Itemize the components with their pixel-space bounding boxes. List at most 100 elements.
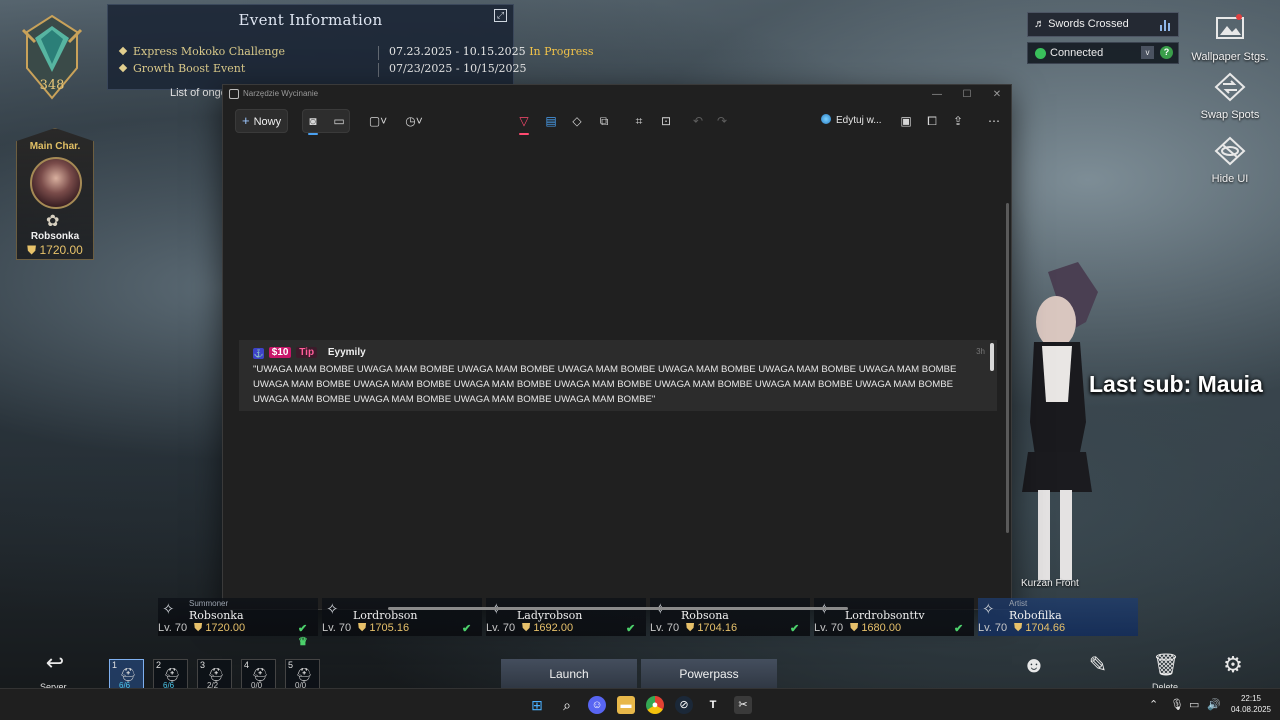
lost-ark-icon[interactable]: T <box>704 696 722 714</box>
event-date-range: 07.23.2025 - 10.15.2025 <box>389 45 526 58</box>
snipping-tool-window: Narzędzie Wycinanie — ☐ ✕ + Nowy ◙ ▭ ▢˅ ◷… <box>222 84 1012 610</box>
equalizer-icon[interactable] <box>1160 19 1172 31</box>
swap-spots-button[interactable]: Swap Spots <box>1185 72 1275 121</box>
steam-icon[interactable]: ⊘ <box>675 696 693 714</box>
chevron-down-icon[interactable]: v <box>1141 46 1154 59</box>
music-widget[interactable]: ♬ Swords Crossed <box>1027 12 1179 37</box>
divider <box>378 63 379 77</box>
event-name: Express Mokoko Challenge <box>133 45 286 58</box>
preset-slot[interactable]: 3 ⛑ 2/2 <box>197 659 232 690</box>
character-card[interactable]: ✧ Summoner Robsonka Lv. 70 ⛊ 1720.00 ✔ ♛ <box>158 598 318 648</box>
share-icon[interactable]: ⇪ <box>947 111 969 131</box>
avatar <box>30 157 82 209</box>
eraser-icon[interactable]: ◇ <box>566 111 588 131</box>
tip-scroll-indicator <box>990 343 994 371</box>
character-level: Lv. 70 <box>650 622 680 634</box>
highlighter-icon[interactable]: ▤ <box>540 111 562 131</box>
character-card[interactable]: ✧LadyrobsonLv. 70⛊ 1692.00✔ <box>486 598 646 636</box>
settings-gear-icon[interactable]: ⚙ <box>1217 652 1249 682</box>
server-button[interactable]: ↩ <box>39 650 71 680</box>
character-card[interactable]: ✧RobsonaLv. 70⛊ 1704.16✔ <box>650 598 810 636</box>
crop-icon[interactable]: ⌗ <box>628 111 650 131</box>
last-sub-overlay: Last sub: Mauia <box>1089 371 1263 397</box>
tip-message-card: ⚓ $10 Tip Eyymily 3h "UWAGA MAM BOMBE UW… <box>239 340 997 411</box>
customize-head-icon[interactable]: ☻ <box>1018 652 1050 682</box>
copy-icon[interactable]: ⧠ <box>921 111 943 131</box>
character-card[interactable]: ✧ Artist Robofilka Lv. 70 ⛊ 1704.66 <box>978 598 1138 636</box>
chevron-up-icon[interactable]: ⌃ <box>1149 698 1158 711</box>
character-card[interactable]: ✧LordrobsonttvLv. 70⛊ 1680.00✔ <box>814 598 974 636</box>
event-date-range: 07/23/2025 - 10/15/2025 <box>389 62 527 75</box>
music-note-icon: ♬ <box>1034 18 1045 30</box>
preset-slot[interactable]: 2 ⛑ 6/6 <box>153 659 188 690</box>
minimize-icon[interactable]: — <box>923 87 951 103</box>
windows-taskbar: ⊞ ⌕ ☺ ▬ ● ⊘ T ✂ ⌃ 🎙 ▭ 🔊 22:15 04.08.2025 <box>0 688 1280 720</box>
preset-slot[interactable]: 5 ⛑ 0/0 <box>285 659 320 690</box>
save-icon[interactable]: ▣ <box>895 111 917 131</box>
windows-start-icon[interactable]: ⊞ <box>528 696 546 714</box>
status-check-icon: ✔ <box>790 623 800 635</box>
track-title: Swords Crossed <box>1048 18 1129 30</box>
preset-slot[interactable]: 4 ⛑ 0/0 <box>241 659 276 690</box>
delete-trash-icon[interactable]: 🗑 <box>1150 652 1182 682</box>
maximize-icon[interactable]: ☐ <box>953 87 981 103</box>
roster-rank-badge[interactable]: 348 <box>17 12 87 104</box>
scrollbar[interactable] <box>1006 203 1009 533</box>
item-level-value: 1720.00 <box>205 622 246 634</box>
slot-number: 1 <box>112 660 118 670</box>
launch-button[interactable]: Launch <box>501 659 637 689</box>
class-crest-icon: ✧ <box>326 601 339 618</box>
pen-icon[interactable]: ▽ <box>513 111 535 131</box>
tip-message-text: "UWAGA MAM BOMBE UWAGA MAM BOMBE UWAGA M… <box>253 364 957 405</box>
hide-ui-button[interactable]: Hide UI <box>1185 136 1275 185</box>
video-mode-icon[interactable]: ▭ <box>328 111 350 131</box>
powerpass-button[interactable]: Powerpass <box>641 659 777 689</box>
character-item-level: ⛊ 1704.16 <box>686 622 738 634</box>
main-char-item-level: ⛊ 1720.00 <box>27 243 83 257</box>
location-label: Kurzan Front <box>1021 578 1079 589</box>
system-clock[interactable]: 22:15 04.08.2025 <box>1228 693 1274 715</box>
redo-icon[interactable]: ↷ <box>711 111 733 131</box>
network-icon[interactable]: ▭ <box>1189 698 1199 711</box>
chrome-icon[interactable]: ● <box>646 696 664 714</box>
expand-icon[interactable]: ⤢ <box>494 9 507 22</box>
edit-label: Edytuj w... <box>836 115 882 126</box>
snipping-tool-taskbar-icon[interactable]: ✂ <box>734 696 752 714</box>
undo-icon[interactable]: ↶ <box>687 111 709 131</box>
window-title-bar[interactable]: Narzędzie Wycinanie — ☐ ✕ <box>223 85 1011 105</box>
wallpaper-settings-button[interactable]: Wallpaper Stgs. <box>1185 14 1275 63</box>
volume-icon[interactable]: 🔊 <box>1207 698 1221 711</box>
roster-scrollbar[interactable] <box>388 607 848 610</box>
timer-dropdown-icon[interactable]: ◷˅ <box>401 111 427 131</box>
close-icon[interactable]: ✕ <box>983 87 1011 103</box>
wallpaper-label: Wallpaper Stgs. <box>1191 51 1269 63</box>
discord-icon[interactable]: ☺ <box>588 696 606 714</box>
class-crest-icon: ✧ <box>982 601 995 618</box>
new-label: Nowy <box>253 116 282 128</box>
event-item-name[interactable]: Growth Boost Event <box>118 62 245 75</box>
edit-icon[interactable]: ✎ <box>1082 652 1114 682</box>
snip-shape-dropdown-icon[interactable]: ▢˅ <box>365 111 391 131</box>
main-char-label: Main Char. <box>29 141 81 152</box>
file-explorer-icon[interactable]: ▬ <box>617 696 635 714</box>
character-card[interactable]: ✧ Lordrobson Lv. 70 ⛊ 1705.16 ✔ <box>322 598 482 636</box>
screenshot-mode-icon[interactable]: ◙ <box>302 111 324 131</box>
event-item-name[interactable]: Express Mokoko Challenge <box>118 45 286 58</box>
item-level-value: 1680.00 <box>861 622 902 634</box>
microphone-icon[interactable]: 🎙 <box>1170 698 1184 711</box>
character-name: Ladyrobson <box>517 609 583 622</box>
more-options-icon[interactable]: ⋯ <box>983 111 1005 131</box>
status-icon <box>1035 48 1046 59</box>
search-icon[interactable]: ⌕ <box>558 696 576 714</box>
character-level: Lv. 70 <box>978 622 1008 634</box>
shapes-icon[interactable]: ⧉ <box>593 111 615 131</box>
main-character-card[interactable]: Main Char. ✿ Robsonka ⛊ 1720.00 <box>16 128 94 260</box>
preset-slot[interactable]: 1 ⛑ 6/6 <box>109 659 144 690</box>
edit-in-paint-button[interactable]: Edytuj w... <box>821 114 882 126</box>
new-snip-button[interactable]: + Nowy <box>235 109 288 133</box>
item-level-value: 1705.16 <box>369 622 410 634</box>
text-actions-icon[interactable]: ⊡ <box>655 111 677 131</box>
help-icon[interactable]: ? <box>1160 46 1173 59</box>
character-level: Lv. 70 <box>486 622 516 634</box>
slot-number: 5 <box>288 660 294 670</box>
